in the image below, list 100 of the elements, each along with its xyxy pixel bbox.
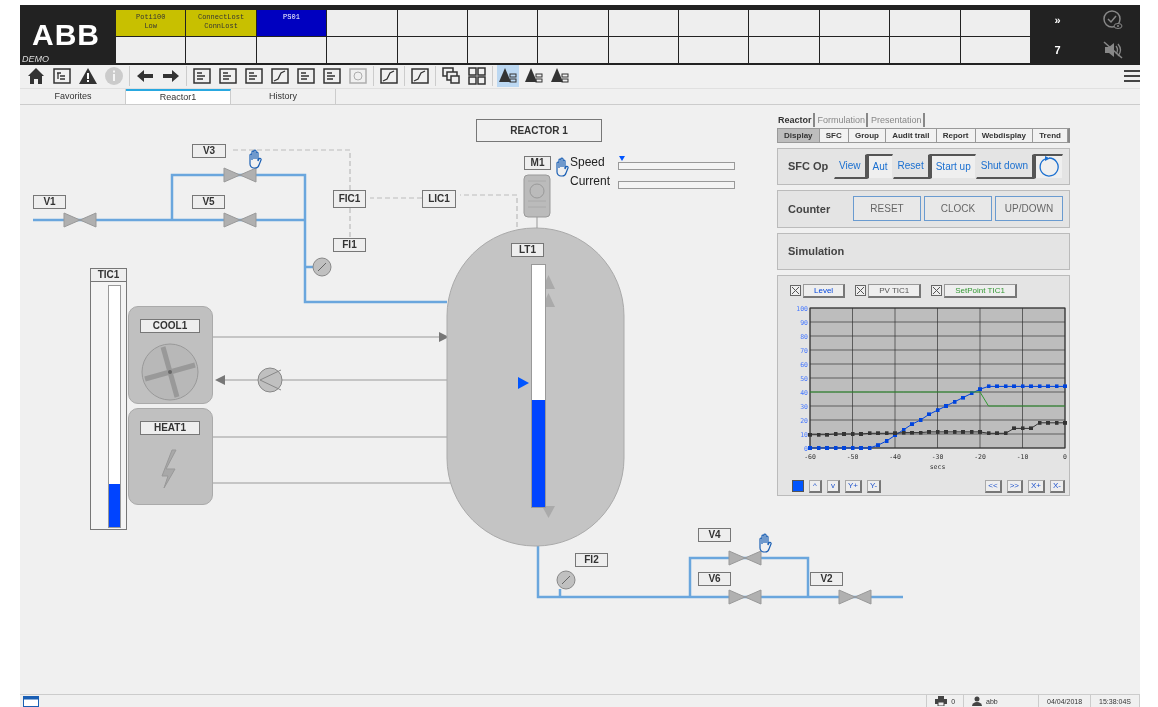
tab[interactable]: Display: [778, 128, 820, 142]
tag-label[interactable]: V4: [698, 527, 731, 542]
alarm-list-icon[interactable]: [497, 65, 519, 88]
chart-button[interactable]: Y-: [867, 479, 882, 493]
user-icon: [972, 696, 983, 706]
alarm-slot: [749, 36, 819, 63]
shaft-line: [536, 216, 538, 229]
alarm-slot: [538, 36, 608, 63]
hand-icon[interactable]: [246, 148, 262, 169]
chart-button[interactable]: X-: [1050, 479, 1065, 493]
tag-label[interactable]: V2: [810, 571, 843, 586]
valve-icon: [63, 212, 97, 228]
pump-icon: [257, 367, 283, 393]
tag-label[interactable]: TIC1: [90, 267, 127, 282]
valve-icon: [728, 550, 762, 566]
alarm-slot: [256, 36, 327, 63]
alarm-slot: [538, 10, 608, 36]
tag-label[interactable]: FIC1: [333, 189, 366, 208]
motor-reading-label: Current: [570, 173, 610, 188]
pump-icon: [556, 570, 576, 590]
hand-icon[interactable]: [756, 532, 772, 553]
sfc-button[interactable]: Reset: [892, 153, 930, 179]
pump-icon: [312, 257, 332, 277]
alarm-slot: [960, 36, 1030, 63]
alarm-slot: [467, 36, 538, 63]
grid-icon[interactable]: [466, 65, 488, 88]
tag-label[interactable]: LIC1: [422, 189, 456, 208]
mode-label: DEMO: [21, 53, 50, 65]
sfc-button[interactable]: View: [834, 153, 867, 179]
fan-icon: [141, 342, 199, 401]
valve-icon: [838, 589, 872, 605]
alarm-slot: [960, 10, 1030, 36]
tag-label[interactable]: V6: [698, 571, 731, 586]
window-icon[interactable]: [23, 695, 39, 707]
more-alarms-button[interactable]: »: [1054, 14, 1061, 27]
alarm-slot: [397, 36, 467, 63]
acknowledge-icon[interactable]: [1101, 9, 1124, 32]
checkbox[interactable]: [855, 285, 867, 297]
arrow-icon: [215, 374, 225, 385]
alarm-slot: [467, 10, 538, 36]
checkbox[interactable]: [790, 285, 801, 297]
motor-reading-label: Speed: [570, 154, 605, 169]
tag-label[interactable]: M1: [524, 155, 551, 170]
refresh-icon: [1038, 155, 1060, 178]
tag-label[interactable]: FI2: [575, 552, 608, 567]
alarm-slot: [890, 36, 960, 63]
tab[interactable]: Reactor: [777, 112, 815, 127]
panel-label: Simulation: [788, 245, 845, 258]
tag-label[interactable]: V5: [192, 194, 225, 209]
sfc-button[interactable]: Shut down: [975, 153, 1034, 179]
panel-label: SFC Op: [788, 160, 829, 173]
counter-button[interactable]: UP/DOWN: [995, 196, 1063, 222]
logo: ABB: [31, 19, 101, 50]
sfc-button[interactable]: Aut: [866, 153, 893, 179]
alarm-slot: [186, 36, 256, 63]
reactor-title: REACTOR 1: [476, 118, 602, 142]
alarm-slot: [819, 36, 890, 63]
motor-icon: [523, 174, 551, 218]
signal-line: [349, 207, 351, 239]
chart-button[interactable]: ^: [809, 479, 822, 493]
counter-button[interactable]: CLOCK: [924, 196, 992, 222]
alarm-slot: [397, 10, 467, 36]
valve-icon: [223, 167, 257, 183]
alarm-slot: [327, 10, 397, 36]
alarm-slot: [327, 36, 397, 63]
chart-button[interactable]: v: [827, 479, 840, 493]
legend-label: SetPoint TIC1: [944, 283, 1017, 298]
refresh-button[interactable]: [1034, 153, 1063, 179]
menu-icon[interactable]: [1124, 69, 1140, 84]
chart-button[interactable]: Y+: [845, 479, 862, 493]
alarm-slot: [819, 10, 890, 36]
alarm-slot: [890, 10, 960, 36]
setpoint-marker: [518, 376, 529, 389]
tag-label[interactable]: V3: [192, 143, 226, 158]
chart-button[interactable]: <<: [985, 479, 1002, 493]
valve-icon: [728, 589, 762, 605]
alarm-slot: [608, 10, 679, 36]
limit-triangle: [542, 505, 555, 518]
lightning-icon: [161, 448, 177, 489]
checkbox[interactable]: [931, 285, 943, 297]
sfc-button[interactable]: Start up: [929, 153, 976, 179]
chart-button[interactable]: >>: [1006, 479, 1023, 493]
alarm-slot: [608, 36, 679, 63]
mute-icon[interactable]: [1101, 40, 1124, 61]
alarm-slot: [679, 10, 749, 36]
alarm-slot: [679, 36, 749, 63]
alarm-slot: [749, 10, 819, 36]
valve-icon: [223, 212, 257, 228]
counter-button[interactable]: RESET: [853, 196, 921, 222]
chart-button[interactable]: X+: [1028, 479, 1045, 493]
legend-label: Level: [803, 283, 846, 298]
tag-label[interactable]: V1: [33, 194, 66, 209]
hand-icon[interactable]: [553, 156, 569, 177]
alarm-count: 7: [1054, 44, 1061, 57]
panel-label: Counter: [788, 202, 831, 215]
tab[interactable]: History: [231, 88, 336, 104]
tag-label[interactable]: FI1: [333, 237, 366, 252]
color-swatch[interactable]: [792, 480, 804, 493]
legend-label: PV TIC1: [868, 283, 922, 298]
alarm-slot: [116, 36, 186, 63]
